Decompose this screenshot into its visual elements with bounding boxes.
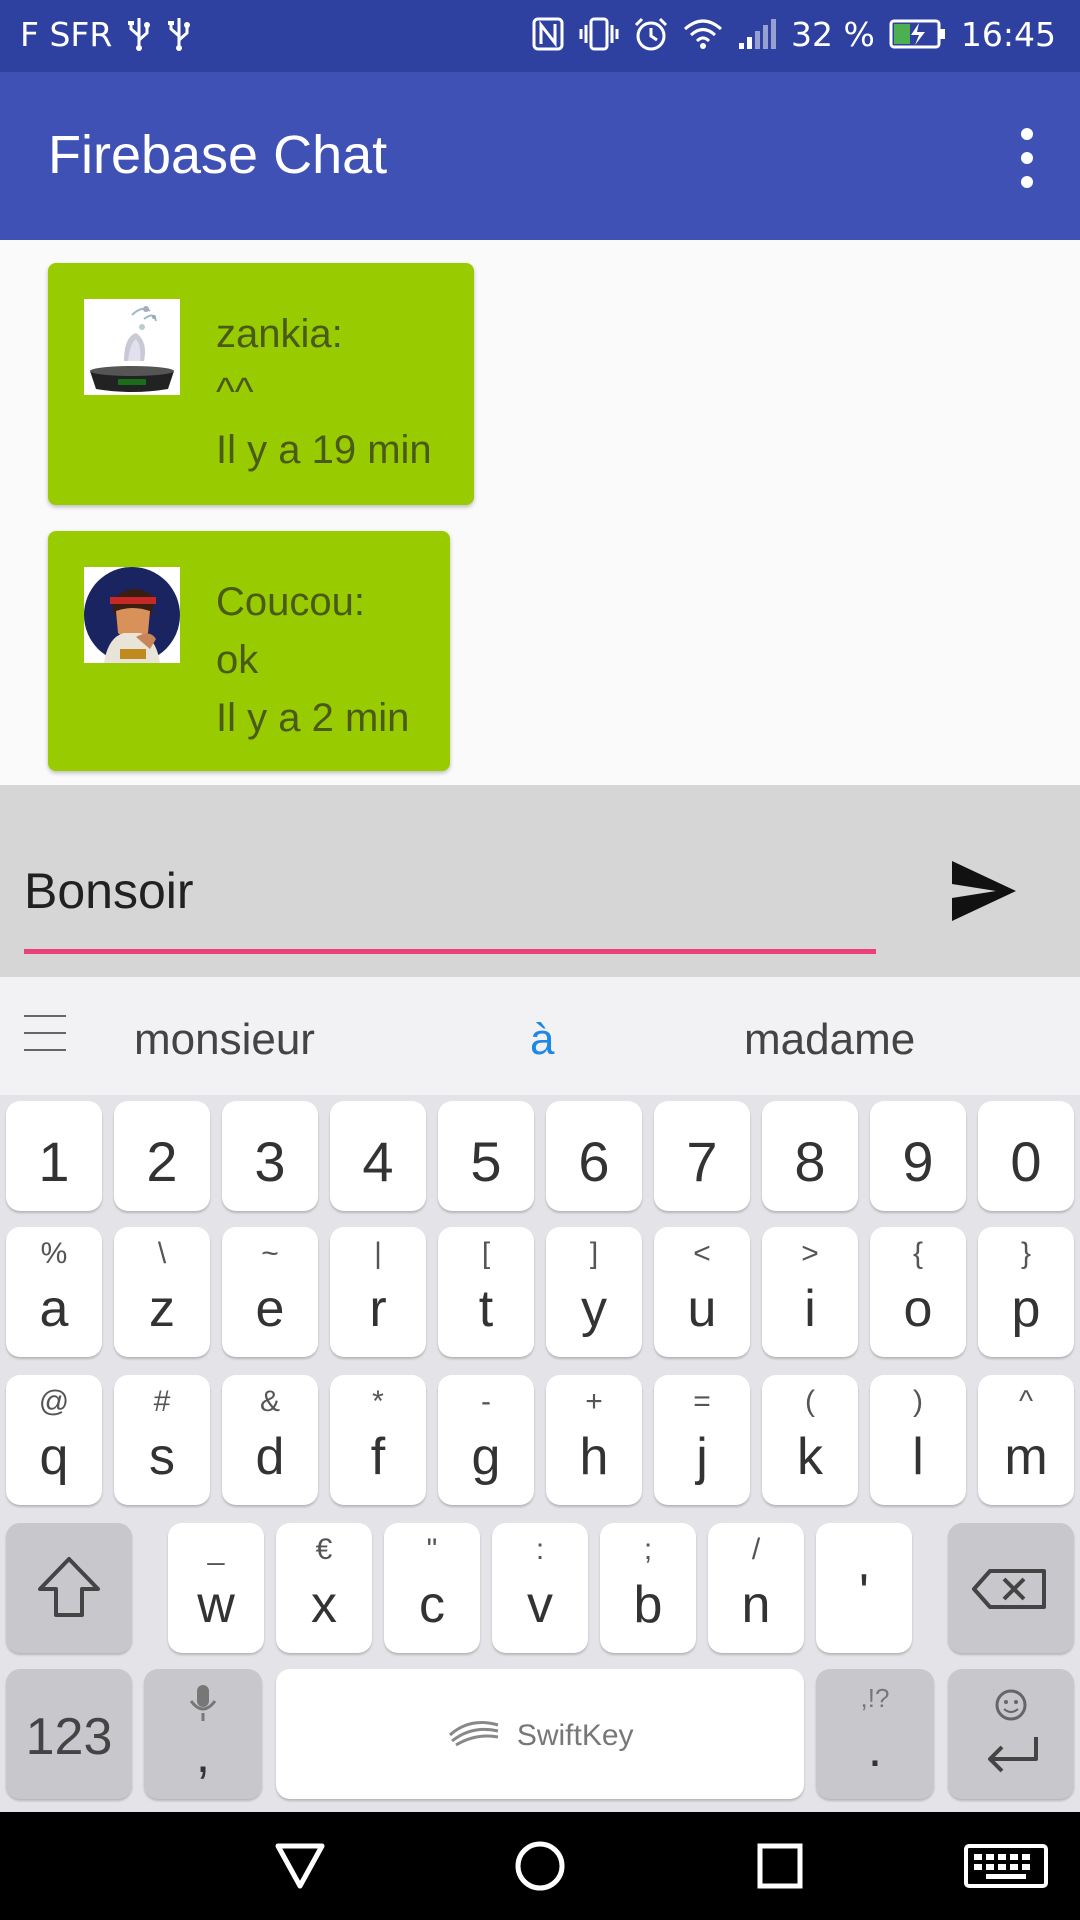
status-bar: F SFR 32 % 16:45: [0, 0, 1080, 72]
composer-bar: [0, 785, 1080, 977]
emoji-enter-icon: [988, 1689, 1038, 1773]
key-3[interactable]: 3: [222, 1101, 318, 1211]
key-9[interactable]: 9: [870, 1101, 966, 1211]
back-button[interactable]: [270, 1836, 330, 1896]
key-5[interactable]: 5: [438, 1101, 534, 1211]
message-text: ^^: [216, 370, 254, 414]
usb-icon: [126, 14, 152, 54]
backspace-key[interactable]: [948, 1523, 1074, 1653]
key-p[interactable]: } p: [978, 1227, 1074, 1357]
message-time: Il y a 19 min: [216, 428, 432, 472]
battery-percent: 32 %: [791, 14, 875, 54]
key-e[interactable]: ~ e: [222, 1227, 318, 1357]
wifi-icon: [683, 14, 723, 54]
key-i[interactable]: > i: [762, 1227, 858, 1357]
keyboard-icon: [964, 1844, 1048, 1888]
suggestion-left[interactable]: monsieur: [134, 1015, 315, 1065]
swiftkey-logo: SwiftKey: [276, 1715, 804, 1757]
message-content: Coucou: ok Il y a 2 min: [216, 573, 409, 747]
key-1[interactable]: 1: [6, 1101, 102, 1211]
key-k[interactable]: (k: [762, 1375, 858, 1505]
message-author: zankia:: [216, 312, 343, 356]
shift-key[interactable]: [6, 1523, 132, 1653]
recents-button[interactable]: [750, 1836, 810, 1896]
message-time: Il y a 2 min: [216, 696, 410, 740]
keyboard-menu-icon[interactable]: [24, 1015, 66, 1051]
period-key[interactable]: ,!? .: [816, 1669, 934, 1799]
navigation-bar: [0, 1812, 1080, 1920]
recents-square-icon: [757, 1843, 803, 1889]
key-apostrophe[interactable]: ': [816, 1523, 912, 1653]
key-u[interactable]: < u: [654, 1227, 750, 1357]
key-o[interactable]: {o: [870, 1227, 966, 1357]
home-circle-icon: [515, 1841, 565, 1891]
message-content: zankia: ^^ Il y a 19 min: [216, 305, 432, 479]
key-z[interactable]: \ z: [114, 1227, 210, 1357]
key-r[interactable]: | r: [330, 1227, 426, 1357]
key-j[interactable]: = j: [654, 1375, 750, 1505]
key-v[interactable]: :v: [492, 1523, 588, 1653]
key-g[interactable]: -g: [438, 1375, 534, 1505]
back-triangle-icon: [275, 1843, 325, 1889]
keyboard-switch-button[interactable]: [962, 1836, 1050, 1896]
swiftkey-wave-icon: [446, 1715, 502, 1757]
key-w[interactable]: _ w: [168, 1523, 264, 1653]
suggestion-bar: monsieur à madame: [0, 977, 1080, 1095]
message-input[interactable]: [24, 855, 876, 927]
signal-icon: [737, 14, 777, 54]
microphone-icon: [189, 1685, 217, 1721]
send-icon: [952, 861, 1016, 921]
key-s[interactable]: # s: [114, 1375, 210, 1505]
message-bubble: Coucou: ok Il y a 2 min: [48, 531, 450, 771]
key-f[interactable]: * f: [330, 1375, 426, 1505]
enter-key[interactable]: [948, 1669, 1074, 1799]
key-6[interactable]: 6: [546, 1101, 642, 1211]
clock: 16:45: [960, 14, 1056, 54]
key-b[interactable]: ; b: [600, 1523, 696, 1653]
key-8[interactable]: 8: [762, 1101, 858, 1211]
carrier-label: F SFR: [20, 14, 113, 54]
usb-debug-icon: [166, 14, 192, 54]
key-x[interactable]: € x: [276, 1523, 372, 1653]
battery-charging-icon: [889, 14, 947, 54]
suggestion-right[interactable]: madame: [744, 1015, 915, 1065]
key-c[interactable]: " c: [384, 1523, 480, 1653]
home-button[interactable]: [510, 1836, 570, 1896]
message-bubble: zankia: ^^ Il y a 19 min: [48, 263, 474, 505]
overflow-menu-icon[interactable]: [1012, 128, 1042, 188]
suggestion-center[interactable]: à: [530, 1015, 554, 1065]
key-4[interactable]: 4: [330, 1101, 426, 1211]
zankia-avatar: [84, 299, 180, 395]
comma-key[interactable]: ,: [144, 1669, 262, 1799]
key-d[interactable]: & d: [222, 1375, 318, 1505]
numbers-switch-key[interactable]: 123: [6, 1669, 132, 1799]
key-m[interactable]: ^ m: [978, 1375, 1074, 1505]
ryu-avatar: [84, 567, 180, 663]
nfc-icon: [531, 14, 565, 54]
key-n[interactable]: / n: [708, 1523, 804, 1653]
key-a[interactable]: % a: [6, 1227, 102, 1357]
key-q[interactable]: @ q: [6, 1375, 102, 1505]
key-l[interactable]: ) l: [870, 1375, 966, 1505]
app-title: Firebase Chat: [48, 125, 388, 185]
backspace-icon: [972, 1569, 1046, 1609]
input-underline: [24, 949, 876, 954]
alarm-icon: [633, 14, 669, 54]
key-h[interactable]: + h: [546, 1375, 642, 1505]
key-7[interactable]: 7: [654, 1101, 750, 1211]
message-author: Coucou:: [216, 580, 365, 624]
key-0[interactable]: 0: [978, 1101, 1074, 1211]
space-key[interactable]: SwiftKey: [276, 1669, 804, 1799]
key-y[interactable]: ] y: [546, 1227, 642, 1357]
keyboard: 1 2 3 4 5 6 7 8 9 0 % a \ z ~ e | r [t ] y < u…: [0, 1095, 1080, 1812]
vibrate-icon: [579, 14, 619, 54]
app-bar: Firebase Chat: [0, 72, 1080, 240]
key-2[interactable]: 2: [114, 1101, 210, 1211]
message-list[interactable]: zankia: ^^ Il y a 19 min Coucou: ok Il y…: [0, 240, 1080, 785]
shift-icon: [38, 1557, 100, 1617]
message-text: ok: [216, 638, 259, 682]
send-button[interactable]: [944, 851, 1024, 931]
key-t[interactable]: [t: [438, 1227, 534, 1357]
